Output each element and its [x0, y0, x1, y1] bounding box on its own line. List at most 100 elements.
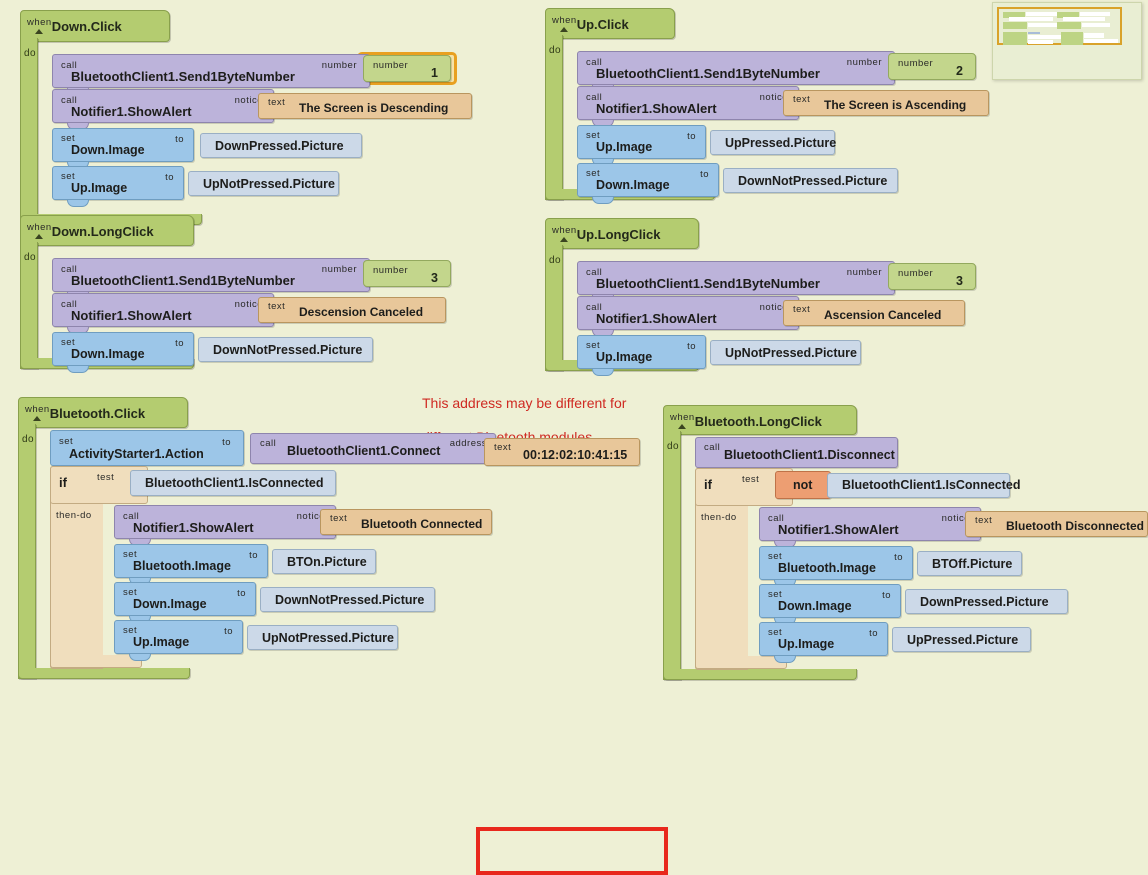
address-highlight-box — [476, 827, 668, 875]
row-call-showalert[interactable]: call Notifier1.ShowAlert notice — [114, 505, 336, 546]
value-getter[interactable]: DownNotPressed.Picture — [260, 587, 435, 612]
text-value[interactable]: Bluetooth Connected — [361, 517, 482, 531]
value-number[interactable]: number 3 — [888, 263, 976, 290]
not-keyword: not — [793, 478, 813, 492]
row-call-showalert[interactable]: call Notifier1.ShowAlert notice — [52, 89, 274, 130]
property-name: Bluetooth.Image — [778, 561, 876, 575]
row-set-down-image[interactable]: set Down.Image to — [52, 128, 194, 169]
to-keyword: to — [224, 626, 233, 637]
row-call-send1bytenumber[interactable]: call BluetoothClient1.Send1ByteNumber nu… — [577, 261, 895, 302]
value-getter[interactable]: UpNotPressed.Picture — [247, 625, 398, 650]
value-text[interactable]: text Descension Canceled — [258, 297, 446, 323]
value-number[interactable]: number 3 — [363, 260, 451, 287]
value-text[interactable]: text Bluetooth Disconnected — [965, 511, 1148, 537]
row-call-showalert[interactable]: call Notifier1.ShowAlert notice — [577, 86, 799, 127]
event-title: Bluetooth.LongClick — [694, 413, 822, 429]
then-do-label: then-do — [56, 510, 92, 521]
test-label: test — [742, 474, 760, 485]
to-keyword: to — [237, 588, 246, 599]
workspace-minimap[interactable] — [992, 2, 1142, 80]
connector-bump — [67, 200, 89, 207]
collapse-triangle-icon[interactable] — [33, 415, 42, 421]
property-name: Up.Image — [133, 635, 190, 649]
value-getter[interactable]: DownNotPressed.Picture — [198, 337, 373, 362]
text-value[interactable]: Ascension Canceled — [824, 308, 941, 322]
number-value[interactable]: 1 — [431, 66, 438, 80]
row-set-down-image[interactable]: set Down.Image to — [577, 163, 719, 204]
event-title: Bluetooth.Click — [49, 405, 146, 421]
collapse-triangle-icon[interactable] — [35, 233, 44, 239]
value-text[interactable]: text Ascension Canceled — [783, 300, 965, 326]
block-up-click[interactable]: when Up.Click do call BluetoothClient1.S… — [545, 8, 989, 204]
property-name: Up.Image — [71, 181, 128, 195]
block-bluetooth-click[interactable]: when Bluetooth.Click do set ActivityStar… — [18, 397, 668, 875]
value-getter[interactable]: BTOff.Picture — [917, 551, 1022, 576]
value-getter[interactable]: BTOn.Picture — [272, 549, 376, 574]
property-name: Down.Image — [596, 178, 670, 192]
row-call-send1bytenumber[interactable]: call BluetoothClient1.Send1ByteNumber nu… — [577, 51, 895, 92]
row-set-up-image[interactable]: set Up.Image to — [577, 335, 706, 376]
row-call-showalert[interactable]: call Notifier1.ShowAlert notice — [759, 507, 981, 548]
collapse-triangle-icon[interactable] — [560, 26, 569, 32]
value-number[interactable]: number 1 — [363, 55, 451, 82]
property-name: ActivityStarter1.Action — [69, 447, 204, 461]
logic-not-block[interactable]: not — [775, 471, 831, 499]
method-name: BluetoothClient1.Send1ByteNumber — [596, 66, 820, 81]
value-getter[interactable]: UpPressed.Picture — [892, 627, 1031, 652]
value-getter-isconnected[interactable]: BluetoothClient1.IsConnected — [130, 470, 336, 496]
number-value[interactable]: 3 — [431, 271, 438, 285]
row-set-up-image[interactable]: set Up.Image to — [52, 166, 184, 207]
number-label: number — [373, 265, 409, 276]
row-call-send1bytenumber[interactable]: call BluetoothClient1.Send1ByteNumber nu… — [52, 258, 370, 299]
value-getter[interactable]: UpNotPressed.Picture — [188, 171, 339, 196]
blocks-workspace[interactable]: when Down.Click do call BluetoothClient1… — [0, 0, 1148, 875]
value-text[interactable]: text The Screen is Descending — [258, 93, 472, 119]
mac-address-value[interactable]: 00:12:02:10:41:15 — [523, 448, 627, 462]
method-name: BluetoothClient1.Send1ByteNumber — [71, 273, 295, 288]
minimap-viewport[interactable] — [997, 7, 1122, 45]
minimap-block — [1028, 35, 1064, 39]
value-getter-isconnected[interactable]: BluetoothClient1.IsConnected — [827, 473, 1020, 498]
text-value[interactable]: The Screen is Ascending — [824, 98, 966, 112]
row-set-down-image[interactable]: set Down.Image to — [114, 582, 256, 623]
when-keyword: when — [27, 222, 52, 234]
value-getter[interactable]: UpNotPressed.Picture — [710, 340, 861, 365]
value-getter[interactable]: UpPressed.Picture — [710, 130, 836, 155]
text-value[interactable]: The Screen is Descending — [299, 101, 448, 115]
method-name: BluetoothClient1.Send1ByteNumber — [596, 276, 820, 291]
row-set-down-image[interactable]: set Down.Image to — [52, 332, 194, 373]
row-set-up-image[interactable]: set Up.Image to — [577, 125, 706, 166]
value-text[interactable]: text Bluetooth Connected — [320, 509, 492, 535]
number-value[interactable]: 3 — [956, 274, 963, 288]
row-set-activitystarter-action[interactable]: set ActivityStarter1.Action to — [50, 430, 244, 473]
value-text[interactable]: text The Screen is Ascending — [783, 90, 989, 116]
row-set-bluetooth-image[interactable]: set Bluetooth.Image to — [114, 544, 268, 585]
text-value[interactable]: Bluetooth Disconnected — [1006, 519, 1144, 533]
row-set-down-image[interactable]: set Down.Image to — [759, 584, 901, 625]
row-set-up-image[interactable]: set Up.Image to — [114, 620, 243, 661]
row-call-bluetooth-disconnect[interactable]: call BluetoothClient1.Disconnect — [695, 437, 898, 475]
number-value[interactable]: 2 — [956, 64, 963, 78]
when-keyword: when — [27, 17, 52, 29]
row-call-bluetooth-connect[interactable]: call BluetoothClient1.Connect address — [250, 433, 496, 464]
value-getter[interactable]: DownPressed.Picture — [905, 589, 1068, 614]
block-down-longclick[interactable]: when Down.LongClick do call BluetoothCli… — [20, 215, 451, 373]
text-value[interactable]: Descension Canceled — [299, 305, 423, 319]
collapse-triangle-icon[interactable] — [678, 423, 687, 429]
collapse-triangle-icon[interactable] — [560, 236, 569, 242]
row-call-showalert[interactable]: call Notifier1.ShowAlert notice — [577, 296, 799, 337]
value-text-address[interactable]: text 00:12:02:10:41:15 — [484, 438, 640, 466]
row-set-up-image[interactable]: set Up.Image to — [759, 622, 888, 663]
value-getter[interactable]: DownPressed.Picture — [200, 133, 362, 158]
socket-label-number: number — [846, 57, 882, 68]
value-getter[interactable]: DownNotPressed.Picture — [723, 168, 898, 193]
collapse-triangle-icon[interactable] — [35, 28, 44, 34]
event-title: Up.LongClick — [576, 226, 661, 242]
block-down-click[interactable]: when Down.Click do call BluetoothClient1… — [20, 10, 472, 225]
row-call-showalert[interactable]: call Notifier1.ShowAlert notice — [52, 293, 274, 334]
row-call-send1bytenumber[interactable]: call BluetoothClient1.Send1ByteNumber nu… — [52, 54, 370, 95]
block-bluetooth-longclick[interactable]: when Bluetooth.LongClick do call Bluetoo… — [663, 405, 1148, 680]
block-up-longclick[interactable]: when Up.LongClick do call BluetoothClien… — [545, 218, 976, 376]
row-set-bluetooth-image[interactable]: set Bluetooth.Image to — [759, 546, 913, 587]
value-number[interactable]: number 2 — [888, 53, 976, 80]
